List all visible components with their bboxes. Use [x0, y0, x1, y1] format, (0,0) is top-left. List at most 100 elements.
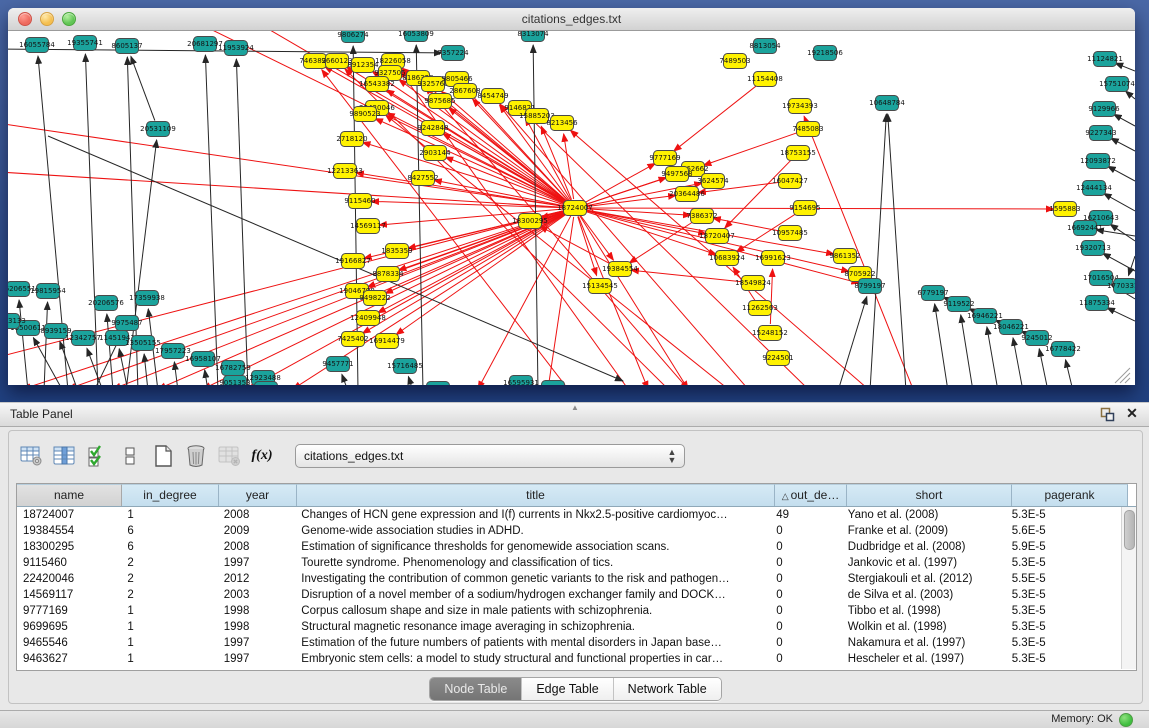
graph-node[interactable]: 10683924: [709, 251, 745, 266]
column-header-short[interactable]: short: [847, 484, 1012, 506]
graph-edge[interactable]: [580, 216, 688, 385]
graph-node[interactable]: 19320713: [1075, 241, 1111, 256]
splitter-handle[interactable]: ▲: [569, 404, 581, 411]
graph-edge[interactable]: [44, 302, 48, 385]
graph-node[interactable]: 9890523: [349, 107, 380, 122]
graph-edge[interactable]: [60, 341, 78, 385]
graph-edge[interactable]: [131, 56, 155, 120]
scrollbar-thumb[interactable]: [1124, 510, 1135, 550]
column-header-out_degree[interactable]: △out_de…: [775, 484, 847, 506]
graph-edge[interactable]: [1115, 63, 1135, 71]
graph-node[interactable]: 7489503: [719, 54, 750, 69]
graph-node[interactable]: 6779197: [917, 286, 948, 301]
graph-node[interactable]: 7386372: [686, 209, 717, 224]
row-mode-icon[interactable]: [116, 443, 144, 469]
table-row[interactable]: 977716911998Corpus callosum shape and si…: [17, 603, 1121, 619]
graph-node[interactable]: 16778422: [1045, 342, 1081, 357]
graph-edge[interactable]: [1114, 114, 1135, 126]
graph-node[interactable]: 11875334: [1079, 296, 1115, 311]
table-row[interactable]: 1938455462009Genome-wide association stu…: [17, 523, 1121, 539]
graph-edge[interactable]: [583, 163, 656, 203]
graph-node[interactable]: 10648784: [869, 96, 905, 111]
graph-edge[interactable]: [8, 121, 566, 207]
graph-edge[interactable]: [1128, 256, 1135, 276]
network-window-titlebar[interactable]: citations_edges.txt: [8, 8, 1135, 31]
graph-node[interactable]: 8878334: [372, 267, 404, 282]
graph-node[interactable]: 9224501: [762, 351, 793, 366]
graph-edge[interactable]: [1111, 138, 1135, 151]
graph-node[interactable]: 9051353: [219, 376, 250, 386]
table-source-select[interactable]: citations_edges.txt ▲▼: [295, 444, 685, 468]
graph-edge[interactable]: [578, 216, 648, 385]
table-row[interactable]: 2242004622012Investigating the contribut…: [17, 571, 1121, 587]
graph-node[interactable]: 9227343: [1085, 126, 1116, 141]
graph-edge[interactable]: [629, 221, 694, 263]
table-row[interactable]: 1830029562008Estimation of significance …: [17, 539, 1121, 555]
graph-node[interactable]: 16053809: [398, 31, 434, 42]
graph-node[interactable]: 8605137: [111, 39, 142, 54]
graph-edge[interactable]: [1103, 253, 1135, 271]
new-table-icon[interactable]: [149, 443, 177, 469]
graph-node[interactable]: 20531109: [140, 122, 176, 137]
graph-edge[interactable]: [540, 226, 612, 265]
graph-edge[interactable]: [478, 216, 571, 385]
graph-node[interactable]: 9129966: [1088, 102, 1120, 117]
graph-edge[interactable]: [119, 349, 128, 385]
graph-node[interactable]: 11262563: [742, 301, 778, 316]
graph-node[interactable]: 18753155: [780, 146, 816, 161]
graph-edge[interactable]: [236, 59, 248, 385]
graph-node[interactable]: 1835359: [381, 244, 412, 259]
graph-node[interactable]: 19218506: [807, 46, 843, 61]
graph-node[interactable]: 12093872: [1080, 154, 1116, 169]
graph-node[interactable]: 9242848: [417, 121, 448, 136]
graph-node[interactable]: 9861352: [829, 249, 860, 264]
graph-node[interactable]: 9119522: [943, 297, 974, 312]
graph-edge[interactable]: [674, 85, 758, 152]
graph-node[interactable]: 9498222: [359, 291, 390, 306]
graph-node[interactable]: 9115460: [344, 194, 375, 209]
graph-node[interactable]: 2903144: [419, 146, 451, 161]
graph-node[interactable]: 20206576: [88, 296, 124, 311]
graph-edge[interactable]: [838, 297, 867, 385]
graph-node[interactable]: 9124095: [537, 381, 568, 386]
network-canvas[interactable]: 1872400774638229660123891235418226058932…: [8, 31, 1135, 385]
float-panel-icon[interactable]: [1100, 407, 1116, 422]
graph-node[interactable]: 9457771: [322, 357, 353, 372]
delete-table-icon[interactable]: [182, 443, 210, 469]
graph-edge[interactable]: [19, 300, 28, 385]
graph-node[interactable]: 15134545: [582, 279, 618, 294]
graph-node[interactable]: 8799197: [854, 279, 885, 294]
graph-edge[interactable]: [144, 354, 148, 385]
graph-node[interactable]: 2718120: [336, 132, 367, 147]
tab-edge-table[interactable]: Edge Table: [522, 678, 613, 700]
tab-node-table[interactable]: Node Table: [430, 678, 522, 700]
graph-node[interactable]: 11154408: [747, 72, 783, 87]
graph-edge[interactable]: [770, 269, 772, 324]
table-settings-icon[interactable]: [17, 443, 45, 469]
canvas-resize-grip[interactable]: [1115, 368, 1130, 383]
graph-node[interactable]: 1595883: [1049, 202, 1080, 217]
graph-edge[interactable]: [1066, 360, 1073, 385]
column-header-name[interactable]: name: [17, 484, 122, 506]
graph-node[interactable]: 9777169: [649, 151, 680, 166]
graph-edge[interactable]: [342, 374, 348, 385]
select-rows-icon[interactable]: [83, 443, 111, 469]
graph-edge[interactable]: [888, 114, 906, 385]
function-builder-icon[interactable]: f(x): [248, 443, 276, 469]
graph-node[interactable]: 10957485: [772, 226, 808, 241]
graph-edge[interactable]: [1125, 91, 1135, 99]
graph-edge[interactable]: [205, 55, 218, 385]
graph-edge[interactable]: [725, 159, 792, 228]
graph-node[interactable]: 9245012: [1021, 331, 1052, 346]
graph-node[interactable]: 16047427: [772, 174, 808, 189]
tab-network-table[interactable]: Network Table: [614, 678, 721, 700]
column-header-title[interactable]: title: [297, 484, 775, 506]
graph-node[interactable]: 7357224: [437, 46, 469, 61]
graph-edge[interactable]: [935, 304, 948, 385]
graph-node[interactable]: 8454749: [477, 89, 508, 104]
table-vertical-scrollbar[interactable]: [1121, 507, 1136, 669]
table-row[interactable]: 1872400712008Changes of HCN gene express…: [17, 507, 1121, 523]
column-header-year[interactable]: year: [219, 484, 297, 506]
graph-node[interactable]: 19734393: [782, 99, 818, 114]
graph-node[interactable]: 9806274: [337, 31, 369, 43]
